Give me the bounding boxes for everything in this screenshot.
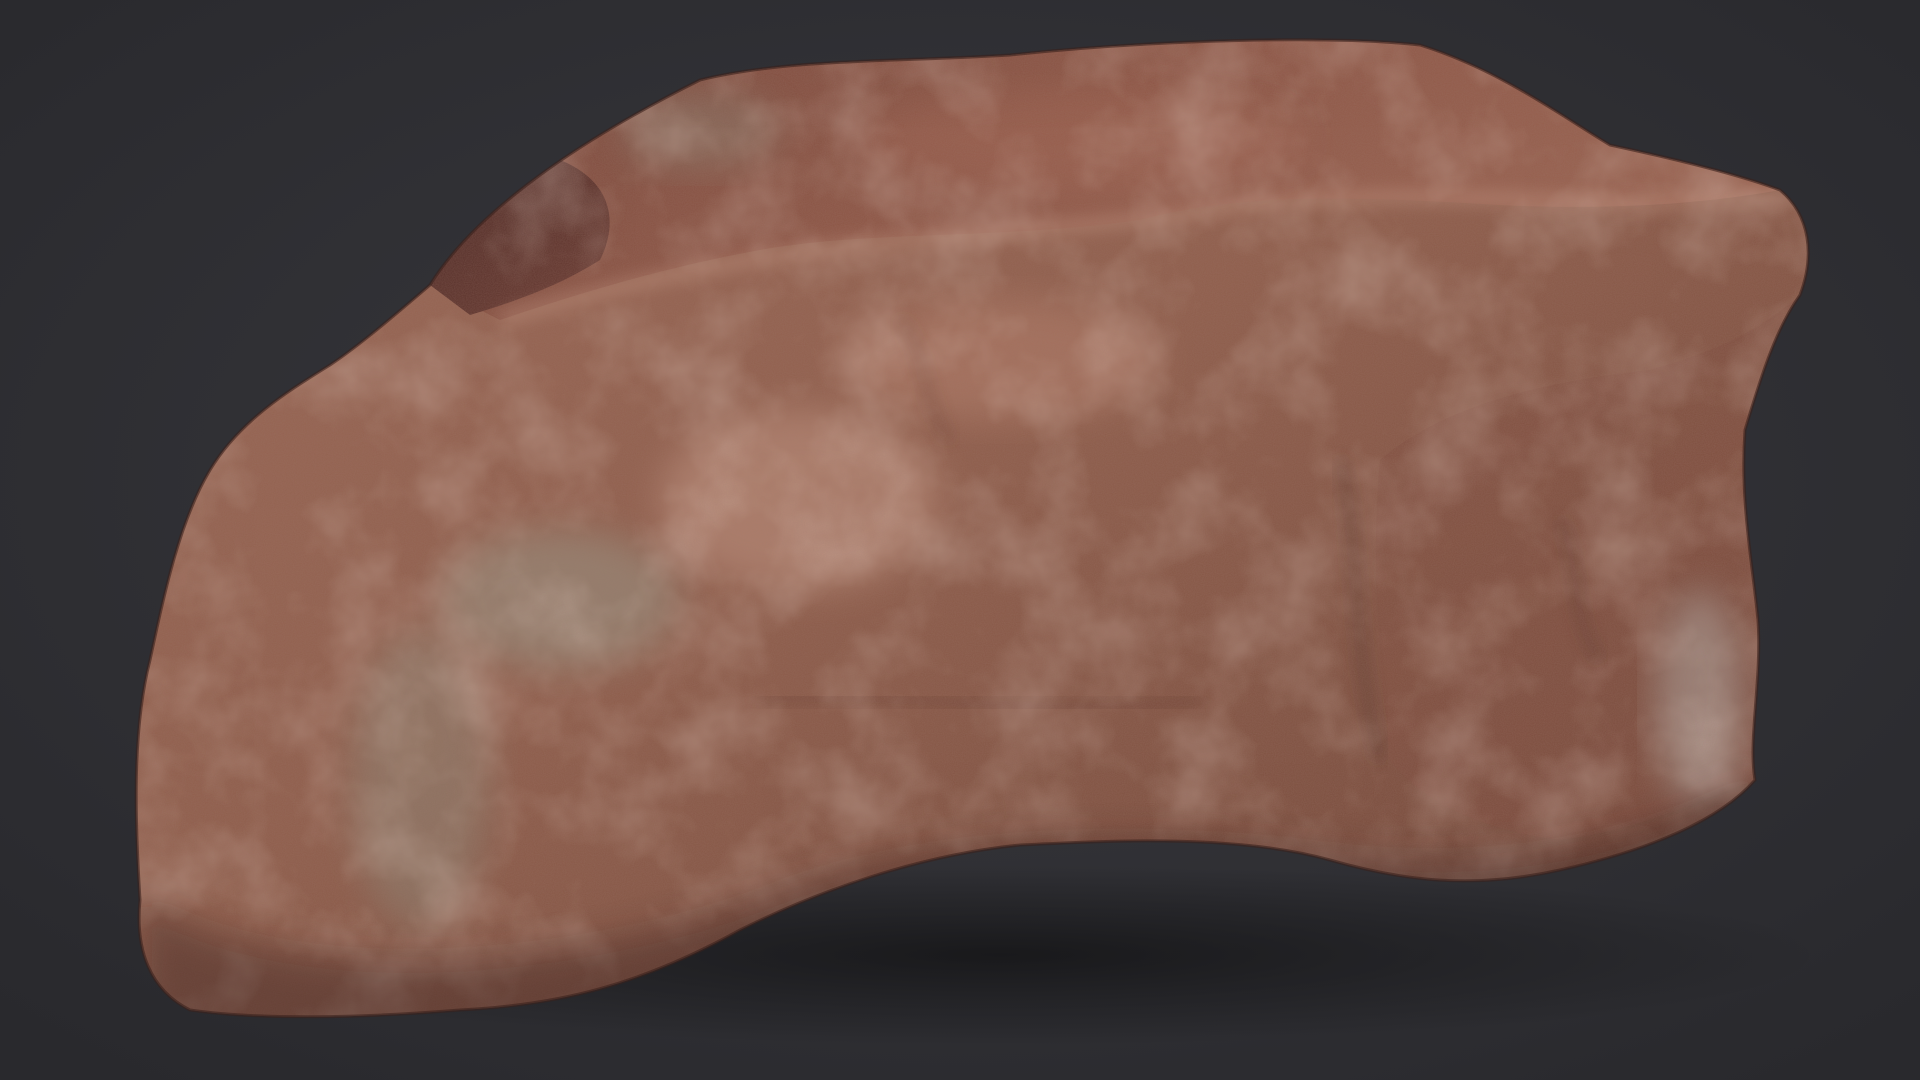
render-viewport: [0, 0, 1920, 1080]
rock-render: [0, 0, 1920, 1080]
